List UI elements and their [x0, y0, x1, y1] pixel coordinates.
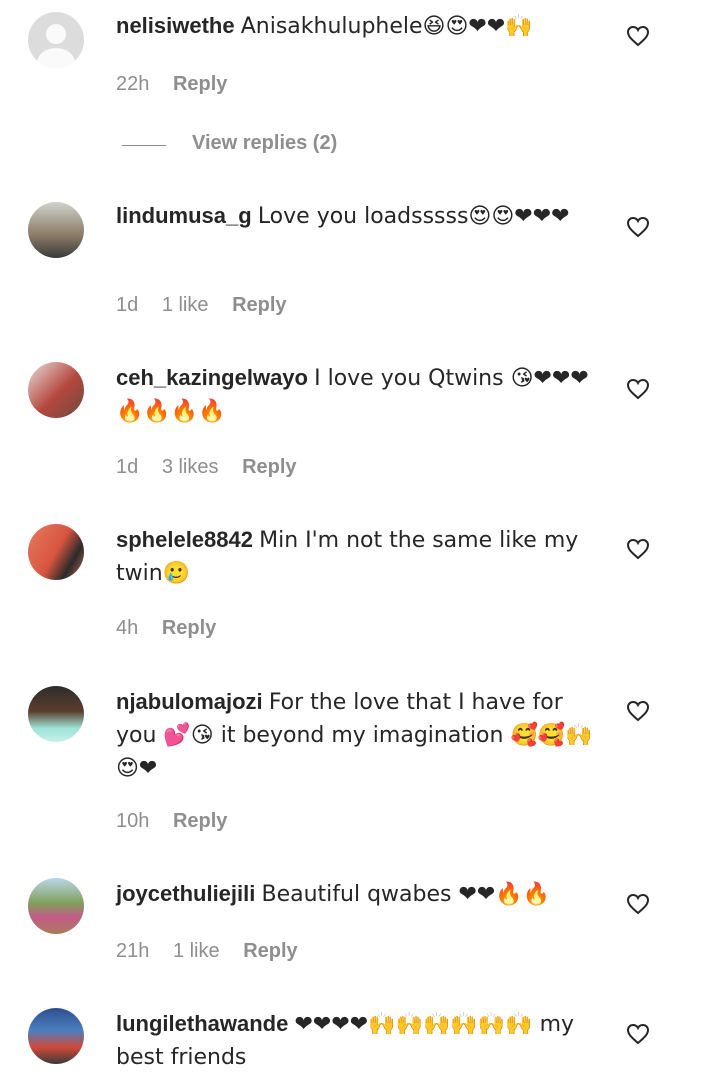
comment-text-block: lungilethawande ❤❤❤❤🙌🙌🙌🙌🙌🙌 my best frien… — [116, 1008, 596, 1074]
comment-username[interactable]: lindumusa_g — [116, 203, 252, 228]
like-heart-icon[interactable] — [626, 893, 650, 915]
avatar[interactable] — [28, 362, 84, 418]
comment-username[interactable]: nelisiwethe — [116, 13, 235, 38]
comment-text-block: sphelele8842 Min I'm not the same like m… — [116, 524, 596, 590]
comment-time: 21h — [116, 940, 150, 962]
comment-text-block: ceh_kazingelwayo I love you Qtwins 😘❤❤❤🔥… — [116, 362, 596, 428]
like-heart-icon[interactable] — [626, 538, 650, 560]
comment-text-block: njabulomajozi For the love that I have f… — [116, 686, 596, 785]
avatar[interactable] — [28, 686, 84, 742]
comment-body: Love you loadsssss😍😍❤❤❤ — [257, 204, 570, 229]
like-heart-icon[interactable] — [626, 1023, 650, 1045]
comment-meta: 21h 1 like Reply — [116, 939, 316, 963]
divider-line — [122, 145, 166, 146]
comment-likes[interactable]: 3 likes — [162, 456, 219, 478]
comment-time: 1d — [116, 294, 139, 316]
avatar[interactable] — [28, 12, 84, 68]
reply-button[interactable]: Reply — [173, 810, 227, 832]
avatar[interactable] — [28, 524, 84, 580]
comment-meta: 22h Reply — [116, 72, 245, 96]
comment-likes[interactable]: 1 like — [173, 940, 220, 962]
reply-button[interactable]: Reply — [242, 456, 296, 478]
comment-username[interactable]: sphelele8842 — [116, 527, 253, 552]
reply-button[interactable]: Reply — [173, 73, 227, 95]
comment-username[interactable]: ceh_kazingelwayo — [116, 365, 308, 390]
comment-text-block: lindumusa_g Love you loadsssss😍😍❤❤❤ — [116, 200, 596, 233]
comment-username[interactable]: joycethuliejili — [116, 881, 255, 906]
comment-time: 1d — [116, 456, 139, 478]
comment-username[interactable]: lungilethawande — [116, 1011, 288, 1036]
comment-username[interactable]: njabulomajozi — [116, 689, 263, 714]
comment-body: Anisakhuluphele😆😍❤❤🙌 — [240, 14, 533, 39]
like-heart-icon[interactable] — [626, 378, 650, 400]
comment-time: 10h — [116, 810, 150, 832]
like-heart-icon[interactable] — [626, 216, 650, 238]
comment-meta: 1d 3 likes Reply — [116, 455, 315, 479]
comment-body: Beautiful qwabes ❤❤🔥🔥 — [261, 882, 551, 907]
comment-text-block: nelisiwethe Anisakhuluphele😆😍❤❤🙌 — [116, 10, 596, 43]
reply-button[interactable]: Reply — [232, 294, 286, 316]
reply-button[interactable]: Reply — [243, 940, 297, 962]
like-heart-icon[interactable] — [626, 700, 650, 722]
comment-likes[interactable]: 1 like — [162, 294, 209, 316]
comment-time: 22h — [116, 73, 150, 95]
avatar[interactable] — [28, 202, 84, 258]
view-replies-label: View replies (2) — [192, 132, 338, 154]
comment-meta: 1d 1 like Reply — [116, 293, 305, 317]
avatar[interactable] — [28, 1008, 84, 1064]
comment-time: 4h — [116, 617, 139, 639]
like-heart-icon[interactable] — [626, 25, 650, 47]
comment-meta: 4h Reply — [116, 616, 234, 640]
avatar[interactable] — [28, 878, 84, 934]
reply-button[interactable]: Reply — [162, 617, 216, 639]
comment-text-block: joycethuliejili Beautiful qwabes ❤❤🔥🔥 — [116, 878, 596, 911]
comment-meta: 10h Reply — [116, 809, 245, 833]
